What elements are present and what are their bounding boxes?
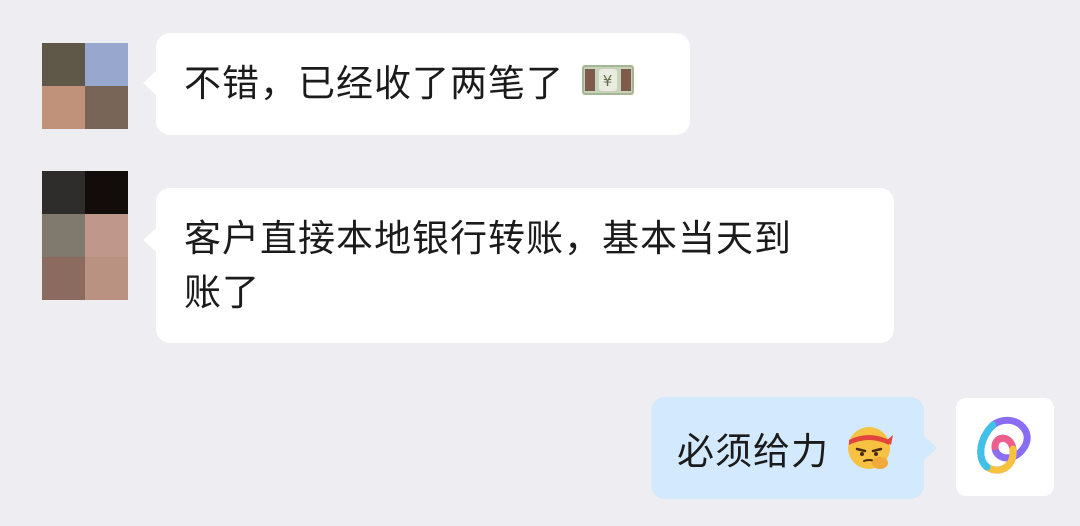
avatar-pixel xyxy=(42,214,85,257)
avatar-pixel xyxy=(42,257,85,300)
message-text: 不错，已经收了两笔了 xyxy=(184,62,564,105)
message-3: 必须给力 xyxy=(0,350,1080,526)
yen-banknote-emoji: ¥ xyxy=(581,59,635,113)
self-avatar[interactable] xyxy=(956,398,1054,496)
headband-determined-emoji xyxy=(844,421,894,486)
message-text-line-2: 账了 xyxy=(184,271,260,314)
message-1: 不错，已经收了两笔了 ¥ xyxy=(0,0,1080,150)
avatar-pixel xyxy=(42,43,85,86)
avatar-pixel xyxy=(42,171,85,214)
avatar-pixel xyxy=(85,214,128,257)
avatar-pixel xyxy=(85,171,128,214)
message-bubble[interactable]: 客户直接本地银行转账，基本当天到 账了 xyxy=(156,188,894,343)
message-text-line-1: 客户直接本地银行转账，基本当天到 xyxy=(184,217,792,260)
bubble-tail xyxy=(143,71,156,95)
avatar-pixel xyxy=(42,86,85,129)
colorful-loop-logo-icon xyxy=(971,413,1039,485)
sender-avatar[interactable] xyxy=(42,171,128,300)
avatar-pixel xyxy=(85,86,128,129)
bubble-tail xyxy=(924,436,937,460)
message-text: 必须给力 xyxy=(677,430,829,473)
bubble-tail xyxy=(143,228,156,252)
avatar-pixel xyxy=(85,257,128,300)
sender-avatar[interactable] xyxy=(42,43,128,129)
message-bubble[interactable]: 不错，已经收了两笔了 ¥ xyxy=(156,33,690,135)
message-bubble[interactable]: 必须给力 xyxy=(651,397,924,499)
svg-text:¥: ¥ xyxy=(602,72,613,90)
message-2: 客户直接本地银行转账，基本当天到 账了 xyxy=(0,150,1080,350)
avatar-pixel xyxy=(85,43,128,86)
